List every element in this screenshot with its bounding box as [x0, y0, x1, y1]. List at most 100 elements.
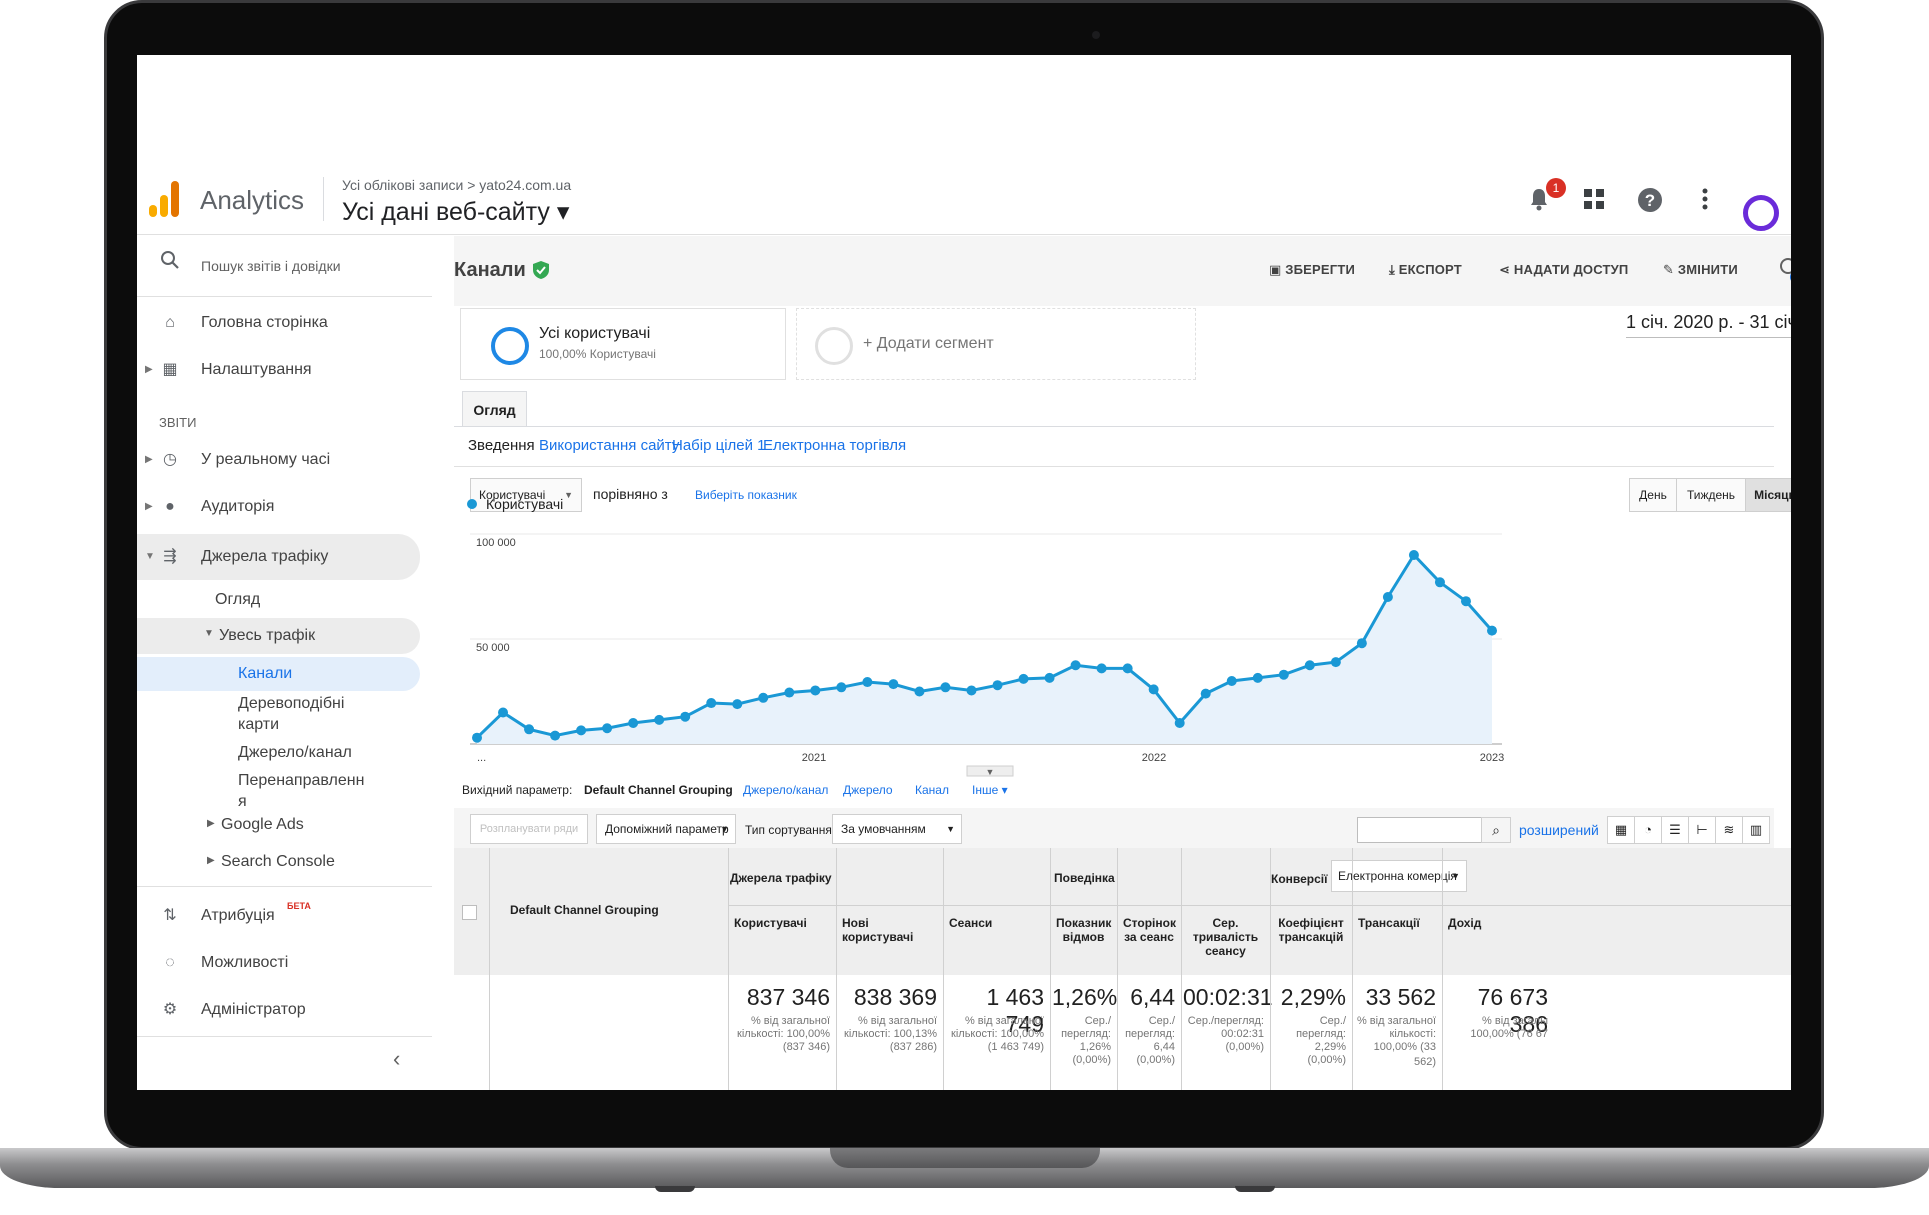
- data-point[interactable]: [628, 718, 639, 728]
- data-point[interactable]: [680, 711, 691, 722]
- sidebar-item-admin[interactable]: ⚙ Адміністратор: [137, 990, 432, 1030]
- dim-header[interactable]: Default Channel Grouping: [510, 903, 659, 917]
- sidebar-item-search-console[interactable]: Search Console: [221, 853, 335, 871]
- data-point[interactable]: [550, 730, 561, 741]
- data-point[interactable]: [654, 714, 665, 725]
- data-point[interactable]: [1460, 596, 1471, 607]
- pie-view-icon[interactable]: ◔: [1634, 816, 1662, 844]
- data-point[interactable]: [576, 725, 587, 736]
- select-all-checkbox[interactable]: [462, 905, 477, 920]
- data-point[interactable]: [1252, 672, 1263, 683]
- data-point[interactable]: [966, 685, 977, 696]
- data-point[interactable]: [784, 687, 795, 698]
- data-point[interactable]: [1330, 657, 1341, 668]
- subtab-site-usage[interactable]: Використання сайту: [539, 437, 679, 454]
- data-point[interactable]: [992, 680, 1003, 691]
- account-avatar[interactable]: [1743, 195, 1779, 231]
- breadcrumb[interactable]: Усі облікові записи > yato24.com.ua: [342, 177, 571, 193]
- data-point[interactable]: [1487, 625, 1497, 636]
- sort-type-select[interactable]: За умовчанням ▼: [832, 814, 962, 844]
- collapse-sidebar-icon[interactable]: ‹: [393, 1046, 400, 1072]
- column-header[interactable]: Коефіцієнт трансакцій: [1276, 916, 1346, 944]
- help-icon[interactable]: ?: [1635, 187, 1665, 217]
- data-point[interactable]: [1226, 676, 1237, 686]
- sidebar-item-audience[interactable]: ▶ ● Аудиторія: [137, 487, 432, 527]
- data-point[interactable]: [1044, 672, 1055, 683]
- add-segment-button[interactable]: + Додати сегмент: [796, 308, 1196, 380]
- data-point[interactable]: [1148, 684, 1159, 695]
- column-header[interactable]: Сторінок за сеанс: [1123, 916, 1176, 944]
- data-point[interactable]: [706, 698, 717, 709]
- data-point[interactable]: [1174, 718, 1185, 728]
- sidebar-item-treemaps[interactable]: Деревоподібні: [238, 695, 344, 713]
- data-point[interactable]: [862, 677, 873, 688]
- apps-grid-icon[interactable]: [1579, 187, 1609, 217]
- search-icon[interactable]: ⌕: [1481, 817, 1511, 843]
- sidebar-item-all-traffic[interactable]: Увесь трафік: [219, 627, 315, 645]
- data-point[interactable]: [1356, 638, 1367, 649]
- export-button[interactable]: ⤓ ЕКСПОРТ: [1389, 262, 1462, 278]
- column-header[interactable]: Трансакції: [1358, 916, 1436, 930]
- column-header[interactable]: Користувачі: [734, 916, 830, 930]
- column-header[interactable]: Показник відмов: [1056, 916, 1111, 944]
- data-point[interactable]: [1070, 660, 1081, 671]
- data-point[interactable]: [1122, 663, 1133, 674]
- search-reports[interactable]: Пошук звітів і довідки: [137, 246, 432, 286]
- date-range-picker[interactable]: 1 січ. 2020 р. - 31 січ. 2023 р.▼: [1626, 312, 1791, 338]
- primary-dim-active[interactable]: Default Channel Grouping: [584, 783, 733, 797]
- data-point[interactable]: [1200, 688, 1211, 699]
- save-button[interactable]: ▣ ЗБЕРЕГТИ: [1269, 262, 1355, 278]
- data-point[interactable]: [498, 707, 509, 718]
- data-point[interactable]: [810, 685, 821, 696]
- sidebar-item-treemaps-2[interactable]: карти: [238, 716, 279, 734]
- data-point[interactable]: [1434, 577, 1445, 588]
- data-point[interactable]: [732, 699, 743, 710]
- data-point[interactable]: [472, 732, 482, 743]
- column-header[interactable]: Нові користувачі: [842, 916, 937, 944]
- performance-view-icon[interactable]: ☰: [1661, 816, 1689, 844]
- subtab-ecommerce[interactable]: Електронна торгівля: [763, 437, 906, 454]
- pivot-view-icon[interactable]: ▥: [1742, 816, 1770, 844]
- table-view-icon[interactable]: ▦: [1607, 816, 1635, 844]
- primary-dim-source[interactable]: Джерело: [843, 783, 893, 797]
- data-point[interactable]: [1408, 550, 1419, 560]
- sidebar-item-realtime[interactable]: ▶ ◷ У реальному часі: [137, 440, 432, 480]
- column-header[interactable]: Сеанси: [949, 916, 1044, 930]
- data-point[interactable]: [1018, 673, 1029, 684]
- sidebar-item-referrals-2[interactable]: я: [238, 793, 247, 811]
- subtab-goal-set[interactable]: Набір цілей 1: [672, 437, 766, 454]
- sidebar-item-acquisition[interactable]: ▼ ⇶ Джерела трафіку: [137, 534, 420, 580]
- column-header[interactable]: Дохід: [1448, 916, 1548, 930]
- sidebar-item-source-medium[interactable]: Джерело/канал: [238, 744, 352, 762]
- share-button[interactable]: ⋖ НАДАТИ ДОСТУП: [1499, 262, 1628, 278]
- subtab-summary[interactable]: Зведення: [468, 437, 535, 454]
- data-point[interactable]: [836, 682, 847, 693]
- sidebar-item-home[interactable]: ⌂ Головна сторінка: [137, 303, 432, 343]
- property-selector[interactable]: Усі дані веб-сайту ▾: [342, 197, 569, 227]
- secondary-dimension-select[interactable]: Допоміжний параметр ▼: [596, 814, 736, 844]
- data-point[interactable]: [940, 682, 951, 693]
- tab-overview[interactable]: Огляд: [462, 391, 527, 427]
- primary-dim-source-medium[interactable]: Джерело/канал: [743, 783, 828, 797]
- search-input[interactable]: Пошук звітів і довідки: [201, 246, 341, 286]
- advanced-filter-link[interactable]: розширений: [1519, 822, 1599, 838]
- sidebar-item-customization[interactable]: ▶ ▦ Налаштування: [137, 350, 432, 390]
- sidebar-item-channels[interactable]: Канали: [238, 665, 292, 683]
- edit-button[interactable]: ✎ ЗМІНИТИ: [1663, 262, 1738, 278]
- data-point[interactable]: [1096, 663, 1107, 674]
- sidebar-item-overview[interactable]: Огляд: [215, 591, 260, 609]
- data-point[interactable]: [1382, 592, 1393, 602]
- term-cloud-icon[interactable]: ≋: [1715, 816, 1743, 844]
- sidebar-item-attribution[interactable]: ⇅ Атрибуція БЕТА: [137, 896, 432, 936]
- column-header[interactable]: Сер. тривалість сеансу: [1187, 916, 1264, 958]
- segment-all-users[interactable]: Усі користувачі 100,00% Користувачі: [460, 308, 786, 380]
- data-point[interactable]: [758, 692, 769, 703]
- primary-dim-other[interactable]: Інше ▾: [972, 783, 1008, 797]
- primary-dim-medium[interactable]: Канал: [915, 783, 949, 797]
- plot-rows-button[interactable]: Розпланувати ряди: [470, 814, 588, 844]
- data-point[interactable]: [1278, 669, 1289, 680]
- data-point[interactable]: [524, 724, 535, 735]
- comparison-view-icon[interactable]: ⊢: [1688, 816, 1716, 844]
- sidebar-item-google-ads[interactable]: Google Ads: [221, 816, 304, 834]
- more-vert-icon[interactable]: [1690, 187, 1720, 217]
